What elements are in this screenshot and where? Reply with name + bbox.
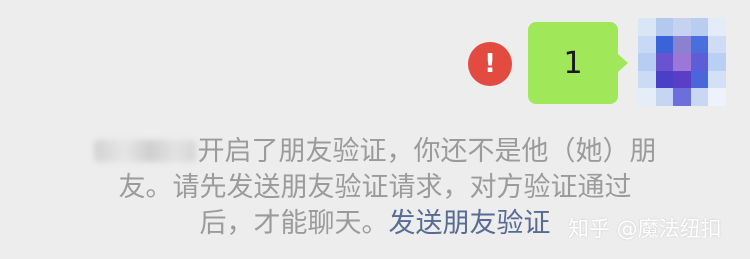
avatar-pixel (673, 35, 691, 54)
avatar-pixel (708, 88, 726, 106)
notice-line-1: 开启了朋友验证，你还不是他（她）朋 (0, 134, 750, 170)
avatar-pixel (708, 70, 726, 89)
avatar-pixel (690, 35, 709, 54)
message-bubble-tail (618, 54, 628, 72)
avatar-pixel (690, 88, 709, 106)
avatar-pixel (673, 53, 691, 71)
blurred-contact-name (93, 140, 196, 162)
avatar-pixel (638, 88, 656, 106)
avatar-pixel (708, 18, 726, 36)
avatar-pixel (673, 88, 691, 106)
avatar-pixel (638, 53, 656, 71)
avatar-pixel (655, 35, 674, 54)
notice-line-1-text: 开启了朋友验证，你还不是他（她）朋 (197, 136, 657, 167)
error-symbol: ! (484, 49, 496, 79)
avatar-pixel (655, 53, 674, 71)
avatar-pixel (708, 35, 726, 54)
avatar-pixel (655, 88, 674, 106)
avatar-pixel (708, 53, 726, 71)
notice-line-3-text: 后，才能聊天。 (199, 208, 389, 239)
avatar[interactable] (638, 18, 726, 106)
avatar-pixel (690, 70, 709, 89)
avatar-pixel (655, 18, 674, 36)
avatar-pixel (673, 70, 691, 89)
send-failed-icon[interactable]: ! (468, 42, 512, 86)
watermark: 知乎 @魔法纽扣 (568, 217, 722, 241)
avatar-pixel (690, 18, 709, 36)
avatar-pixel (638, 70, 656, 89)
avatar-pixel (655, 70, 674, 89)
notice-line-2: 友。请先发送朋友验证请求，对方验证通过 (118, 172, 632, 203)
send-verification-link[interactable]: 发送朋友验证 (389, 208, 551, 239)
avatar-pixel (638, 35, 656, 54)
avatar-pixel (673, 18, 691, 36)
message-text: 1 (563, 45, 583, 81)
avatar-pixel (690, 53, 709, 71)
message-bubble[interactable]: 1 (528, 22, 618, 104)
chat-area: 1 ! 开启了朋友验证，你还不是他（她）朋 友。请先发送朋友验证请求，对方验证通… (0, 0, 750, 259)
avatar-pixel (638, 18, 656, 36)
